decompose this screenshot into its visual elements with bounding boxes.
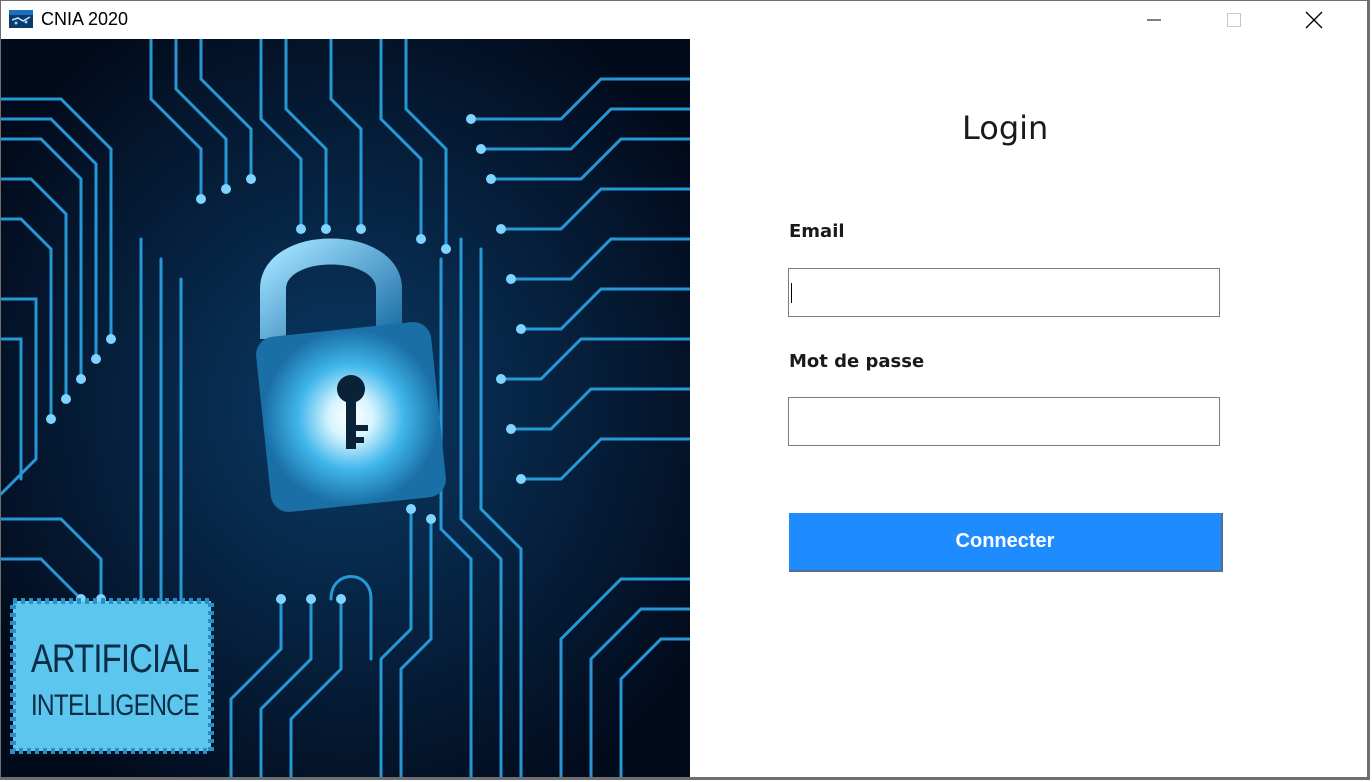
- password-field[interactable]: [788, 397, 1220, 446]
- email-label: Email: [789, 221, 845, 242]
- badge-line-2: INTELLIGENCE: [30, 689, 200, 722]
- window-title: CNIA 2020: [41, 9, 129, 29]
- title-bar: CNIA 2020: [1, 1, 1367, 39]
- ai-badge: ARTIFICIAL INTELLIGENCE: [13, 601, 211, 751]
- login-form: Login Email Mot de passe Connecter: [690, 39, 1367, 777]
- password-label: Mot de passe: [789, 351, 925, 372]
- text-cursor: [791, 283, 792, 303]
- app-icon: [9, 10, 33, 28]
- close-icon: [1305, 11, 1323, 29]
- minimize-icon: [1147, 19, 1161, 21]
- minimize-button[interactable]: [1131, 1, 1177, 39]
- maximize-icon: [1227, 13, 1241, 27]
- badge-line-1: ARTIFICIAL: [30, 637, 200, 681]
- connect-button[interactable]: Connecter: [789, 513, 1223, 572]
- email-field[interactable]: [788, 268, 1220, 317]
- maximize-button[interactable]: [1211, 1, 1257, 39]
- close-button[interactable]: [1291, 1, 1337, 39]
- login-heading: Login: [962, 109, 1049, 147]
- login-window: CNIA 2020 ARTIFICIAL INTELLIGENCE Login …: [0, 0, 1370, 780]
- security-illustration: ARTIFICIAL INTELLIGENCE: [1, 39, 690, 777]
